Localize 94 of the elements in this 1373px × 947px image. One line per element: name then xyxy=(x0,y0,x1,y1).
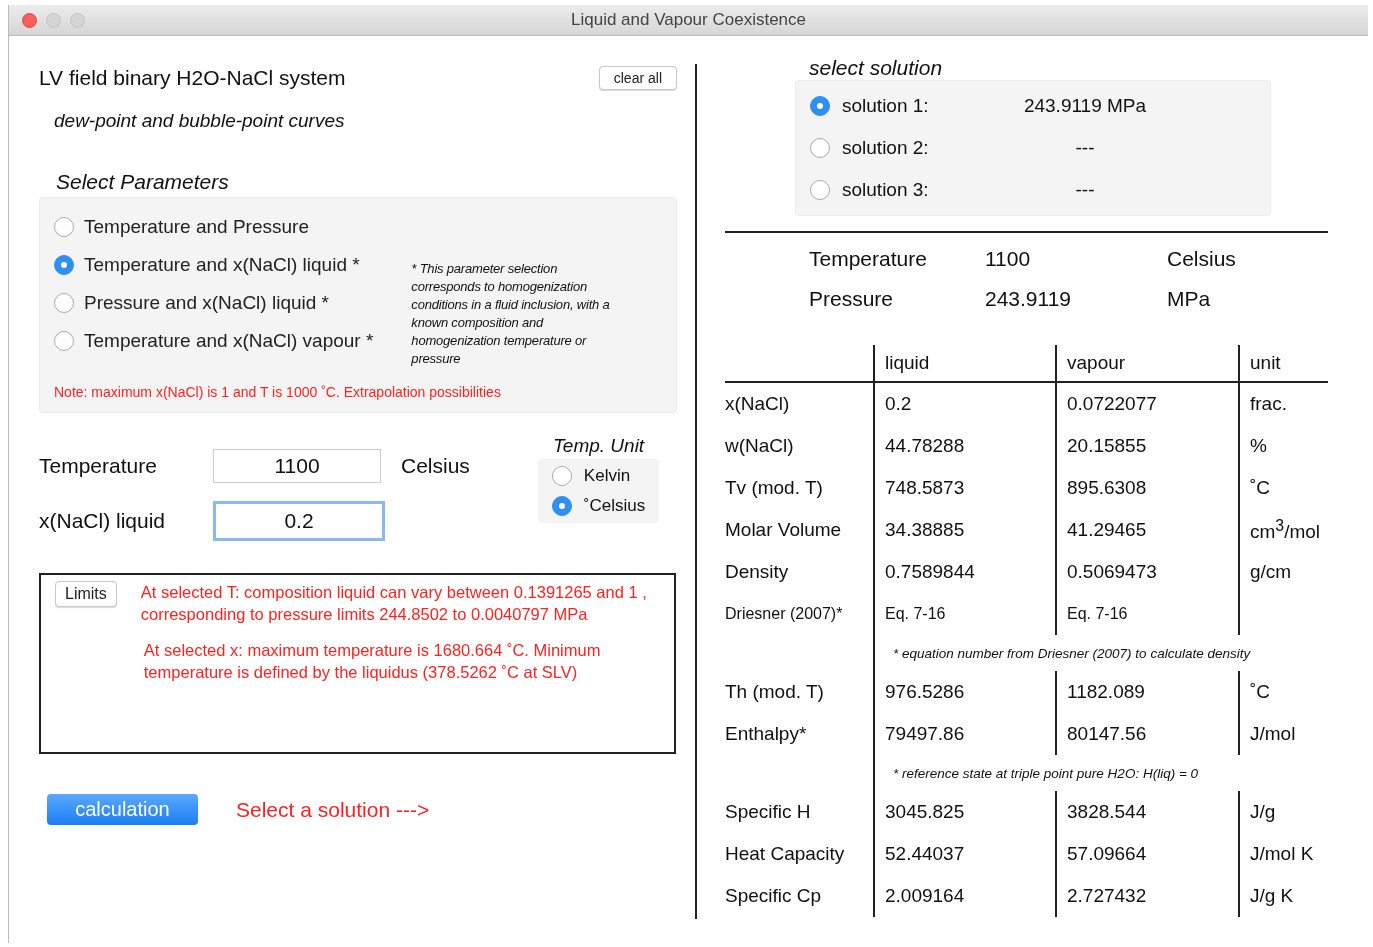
field-label: Temperature xyxy=(39,454,158,478)
option-label[interactable]: ˚Celsius xyxy=(583,496,646,516)
minimize-button[interactable] xyxy=(46,12,61,28)
unit-cell: J/mol xyxy=(1250,723,1296,745)
table-cell: 0.7589844 xyxy=(875,551,1057,593)
table-cell: 44.78288 xyxy=(875,425,1057,467)
unit-cell: J/g K xyxy=(1250,885,1294,907)
table-cell: 0.5069473 xyxy=(1057,551,1240,593)
table-cell: 748.5873 xyxy=(875,467,1057,509)
unit-cell: cm$^{3}$/mol xyxy=(1250,516,1321,544)
row-label: w(NaCl) xyxy=(725,425,875,467)
option-label[interactable]: Pressure and x(NaCl) liquid * xyxy=(84,292,329,314)
row-label: Specific H xyxy=(725,791,875,833)
row-label: Density xyxy=(725,551,875,593)
prompt-text: Select a solution ---> xyxy=(236,797,430,822)
radio-button[interactable] xyxy=(54,217,74,237)
table-cell: 0.2 xyxy=(875,383,1057,425)
summary-label: Pressure xyxy=(809,287,895,311)
option-label[interactable]: solution 1: xyxy=(842,95,1010,117)
radio-button[interactable] xyxy=(810,180,830,200)
option-label[interactable]: Kelvin xyxy=(583,466,631,486)
table-footnote: * equation number from Driesner (2007) to calculate density xyxy=(893,645,1251,661)
summary-unit: Celsius xyxy=(1167,247,1237,271)
note-text: Note: maximum x(NaCl) is 1 and T is 1000 ˚C. Extrapolation possibilities xyxy=(54,384,502,400)
unit-cell: J/g xyxy=(1250,801,1276,823)
input-field[interactable]: 0.2 xyxy=(213,501,385,541)
row-label: x(NaCl) xyxy=(725,383,875,425)
subtitle: dew-point and bubble-point curves xyxy=(54,110,346,132)
option-label[interactable]: Temperature and Pressure xyxy=(84,216,309,238)
unit-cell: g/cm xyxy=(1250,561,1292,583)
table-footnote: * reference state at triple point pure H2O: H(liq) = 0 xyxy=(893,765,1199,781)
column-header: unit xyxy=(1249,351,1282,375)
section-heading: select solution xyxy=(809,56,944,80)
table-cell: 34.38885 xyxy=(875,509,1057,551)
table-cell: 80147.56 xyxy=(1057,713,1240,755)
table-cell: 52.44037 xyxy=(875,833,1057,875)
table-cell: 976.5286 xyxy=(875,671,1057,713)
clear-all-button[interactable]: clear all xyxy=(598,66,677,90)
zoom-button[interactable] xyxy=(70,12,85,28)
row-label: Enthalpy* xyxy=(725,713,875,755)
radio-button[interactable] xyxy=(54,331,74,351)
table-cell: 57.09664 xyxy=(1057,833,1240,875)
summary-value: 1100 xyxy=(985,247,1032,271)
table-cell: 79497.86 xyxy=(875,713,1057,755)
option-label[interactable]: Temperature and x(NaCl) vapour * xyxy=(84,330,374,352)
summary-label: Temperature xyxy=(809,247,928,271)
table-cell: 3828.544 xyxy=(1057,791,1240,833)
table-cell: Eq. 7-16 xyxy=(1057,593,1240,635)
unit-label: Celsius xyxy=(401,454,470,478)
radio-button[interactable] xyxy=(810,96,830,116)
table-cell: 41.29465 xyxy=(1057,509,1240,551)
field-label: x(NaCl) liquid xyxy=(39,509,167,533)
footnote: * This parameter selection corresponds to homogenization conditions in a fluid inclusion, with a known composition and homogenization temperature or pressure xyxy=(411,260,611,368)
table-cell: 2.727432 xyxy=(1057,875,1240,917)
row-label: Molar Volume xyxy=(725,509,875,551)
table-cell: 895.6308 xyxy=(1057,467,1240,509)
row-label: Specific Cp xyxy=(725,875,875,917)
window-title: Liquid and Vapour Coexistence xyxy=(571,10,806,30)
table-cell: 3045.825 xyxy=(875,791,1057,833)
row-label: Th (mod. T) xyxy=(725,671,875,713)
row-label: Driesner (2007)* xyxy=(725,593,875,635)
limits-button[interactable]: Limits xyxy=(55,581,117,607)
table-cell: 1182.089 xyxy=(1057,671,1240,713)
table-cell: 2.009164 xyxy=(875,875,1057,917)
limits-message: At selected x: maximum temperature is 1680.664 ˚C. Minimum temperature is defined by the liquidus (378.5262 ˚C at SLV) xyxy=(143,640,602,683)
unit-cell: ˚C xyxy=(1250,477,1271,499)
option-label[interactable]: Temperature and x(NaCl) liquid * xyxy=(84,254,360,276)
table-cell: Eq. 7-16 xyxy=(875,593,1057,635)
radio-button[interactable] xyxy=(551,466,572,486)
unit-cell: ˚C xyxy=(1250,681,1271,703)
section-heading: Select Parameters xyxy=(56,170,230,194)
unit-cell: % xyxy=(1250,435,1267,457)
input-field[interactable]: 1100 xyxy=(213,449,381,483)
close-button[interactable] xyxy=(22,12,37,28)
unit-cell: frac. xyxy=(1250,393,1287,415)
radio-button[interactable] xyxy=(551,496,572,516)
row-label: Heat Capacity xyxy=(725,833,875,875)
limits-message: At selected T: composition liquid can vary between 0.1391265 and 1 , corresponding to pressure limits 244.8502 to 0.0040797 MPa xyxy=(140,582,648,625)
radio-button[interactable] xyxy=(54,255,74,275)
option-label[interactable]: solution 3: xyxy=(842,179,1010,201)
table-cell: 0.0722077 xyxy=(1057,383,1240,425)
radio-button[interactable] xyxy=(54,293,74,313)
summary-value: 243.9119 xyxy=(985,287,1073,311)
option-label[interactable]: solution 2: xyxy=(842,137,1010,159)
row-label: Tv (mod. T) xyxy=(725,467,875,509)
radio-button[interactable] xyxy=(810,138,830,158)
solution-value: 243.9119 MPa xyxy=(1022,95,1148,117)
panel-title: LV field binary H2O-NaCl system xyxy=(39,66,346,90)
solution-value: --- xyxy=(1074,179,1096,201)
unit-cell: J/mol K xyxy=(1250,843,1314,865)
summary-unit: MPa xyxy=(1167,287,1212,311)
table-cell: 20.15855 xyxy=(1057,425,1240,467)
group-heading: Temp. Unit xyxy=(552,435,645,457)
solution-value: --- xyxy=(1074,137,1096,159)
